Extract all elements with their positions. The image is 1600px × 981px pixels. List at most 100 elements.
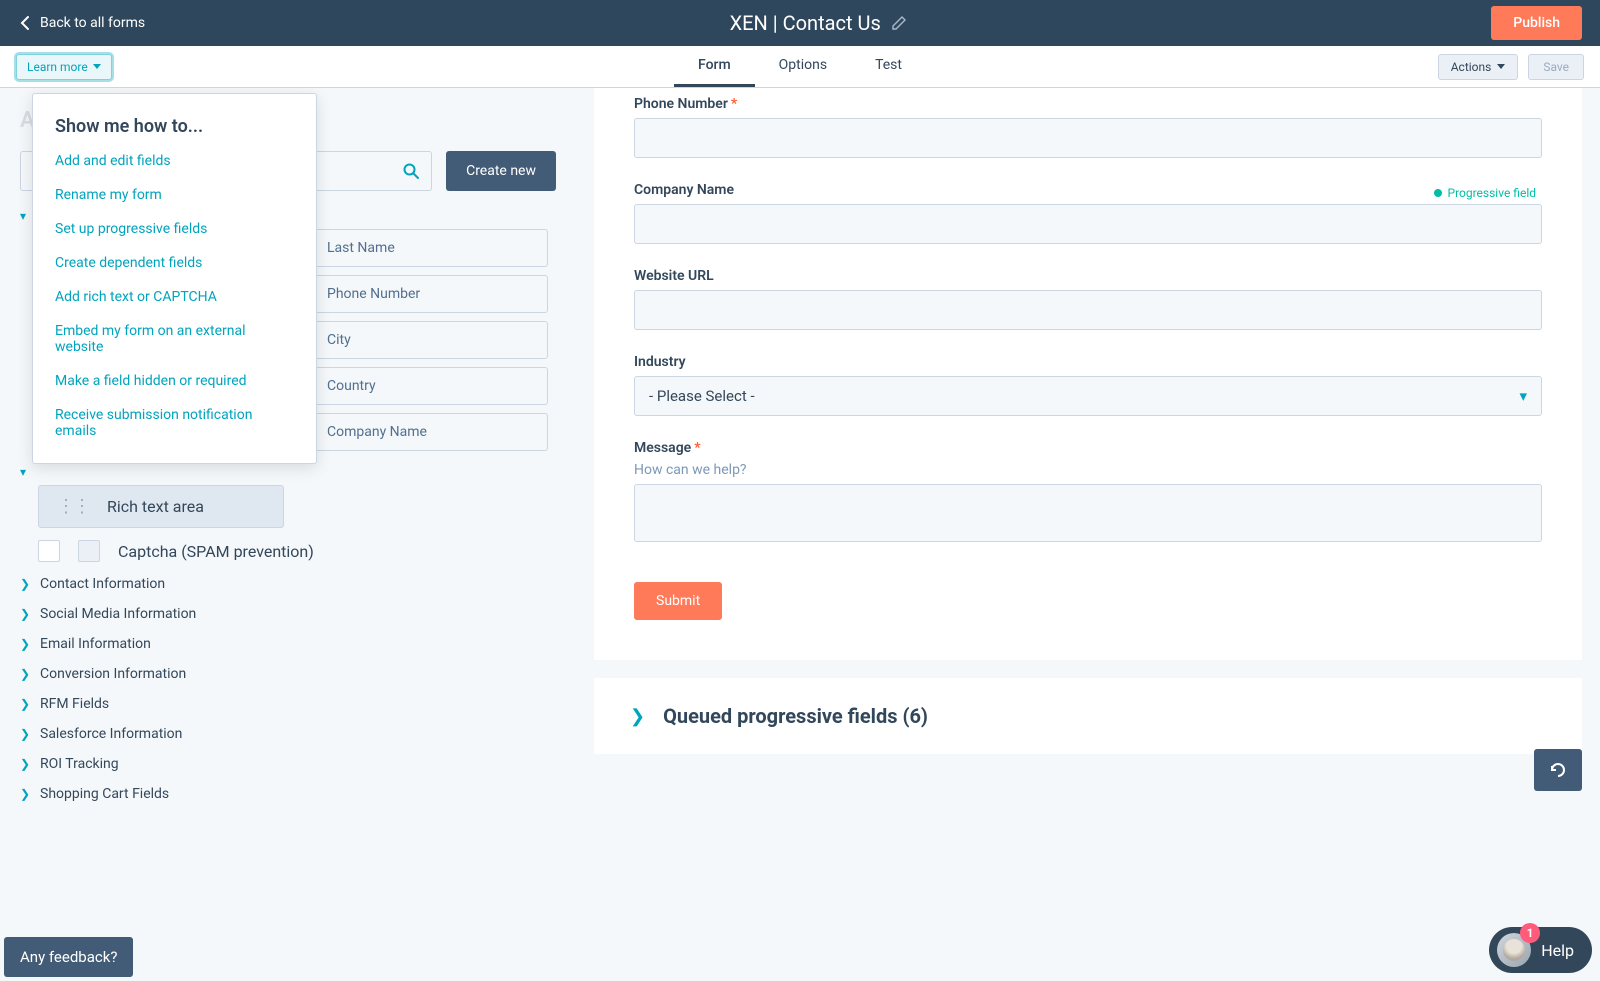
- property-group[interactable]: ❯Social Media Information: [20, 606, 556, 622]
- website-input[interactable]: [634, 290, 1542, 330]
- tab-form[interactable]: Form: [674, 46, 755, 87]
- search-icon: [402, 162, 420, 180]
- group-label: Social Media Information: [40, 606, 196, 622]
- learn-link[interactable]: Add rich text or CAPTCHA: [55, 289, 294, 305]
- badge-text: Progressive field: [1448, 186, 1537, 200]
- editor-toolbar: Learn more Form Options Test Actions Sav…: [0, 46, 1600, 88]
- field-option[interactable]: Phone Number: [312, 275, 548, 313]
- field-label: Company Name: [634, 182, 734, 198]
- property-group[interactable]: ❯Contact Information: [20, 576, 556, 592]
- property-group[interactable]: ❯Conversion Information: [20, 666, 556, 682]
- chevron-right-icon: ❯: [20, 787, 30, 801]
- chevron-down-icon: ▾: [20, 209, 26, 223]
- caret-down-icon: [1497, 64, 1505, 69]
- feedback-button[interactable]: Any feedback?: [4, 937, 133, 977]
- rich-text-label: Rich text area: [107, 497, 204, 516]
- tab-options[interactable]: Options: [755, 46, 851, 87]
- field-option[interactable]: Country: [312, 367, 548, 405]
- chevron-down-icon: ▾: [20, 465, 26, 479]
- chevron-right-icon: ❯: [20, 577, 30, 591]
- field-company: Company Name Progressive field: [634, 182, 1542, 244]
- create-new-button[interactable]: Create new: [446, 151, 556, 191]
- group-label: RFM Fields: [40, 696, 109, 712]
- toolbar-right: Actions Save: [1438, 54, 1584, 80]
- submit-button[interactable]: Submit: [634, 582, 722, 620]
- field-website: Website URL: [634, 268, 1542, 330]
- learn-more-dropdown: Show me how to... Add and edit fields Re…: [32, 93, 317, 464]
- pencil-icon[interactable]: [891, 15, 907, 31]
- field-option[interactable]: Last Name: [312, 229, 548, 267]
- phone-input[interactable]: [634, 118, 1542, 158]
- progressive-badge: Progressive field: [1434, 186, 1537, 200]
- help-widget[interactable]: Help 1: [1489, 927, 1592, 973]
- publish-button[interactable]: Publish: [1491, 6, 1582, 40]
- message-textarea[interactable]: [634, 484, 1542, 542]
- learn-link[interactable]: Create dependent fields: [55, 255, 294, 271]
- checkbox-icon[interactable]: [38, 540, 60, 562]
- help-label: Help: [1541, 941, 1574, 960]
- form-preview-pane: Phone Number* Company Name Progressive f…: [576, 88, 1600, 981]
- page-title: XEN | Contact Us: [730, 11, 881, 35]
- field-label: Phone Number*: [634, 96, 1542, 112]
- property-group[interactable]: ❯Email Information: [20, 636, 556, 652]
- tab-test[interactable]: Test: [851, 46, 926, 87]
- label-text: Website URL: [634, 268, 714, 284]
- required-asterisk: *: [694, 440, 700, 456]
- property-group[interactable]: ❯ RFM Fields: [20, 696, 556, 712]
- learn-link-list: Add and edit fields Rename my form Set u…: [55, 153, 294, 439]
- app-header: Back to all forms XEN | Contact Us Publi…: [0, 0, 1600, 46]
- learn-more-button[interactable]: Learn more: [16, 54, 112, 80]
- field-phone: Phone Number*: [634, 96, 1542, 158]
- learn-dropdown-heading: Show me how to...: [55, 116, 294, 137]
- learn-link[interactable]: Add and edit fields: [55, 153, 294, 169]
- field-label: Message*: [634, 440, 1542, 456]
- field-option[interactable]: Company Name: [312, 413, 548, 451]
- property-group[interactable]: ❯ Shopping Cart Fields: [20, 786, 556, 802]
- field-label: Website URL: [634, 268, 1542, 284]
- field-option[interactable]: City: [312, 321, 548, 359]
- property-group[interactable]: ❯Salesforce Information: [20, 726, 556, 742]
- learn-more-label: Learn more: [27, 60, 88, 74]
- field-message: Message* How can we help?: [634, 440, 1542, 542]
- actions-button[interactable]: Actions: [1438, 54, 1519, 80]
- field-industry: Industry - Please Select - ▾: [634, 354, 1542, 416]
- toggle-icon[interactable]: [78, 540, 100, 562]
- label-text: Company Name: [634, 182, 734, 198]
- learn-link[interactable]: Make a field hidden or required: [55, 373, 294, 389]
- back-link-label: Back to all forms: [40, 15, 145, 31]
- property-groups: ❯Contact Information ❯Social Media Infor…: [20, 576, 556, 802]
- label-text: Industry: [634, 354, 686, 370]
- save-button: Save: [1528, 54, 1584, 80]
- other-elements-toggle[interactable]: ▾: [20, 465, 556, 479]
- undo-icon: [1547, 759, 1569, 781]
- company-input[interactable]: [634, 204, 1542, 244]
- label-text: Phone Number: [634, 96, 728, 112]
- queued-progressive-card[interactable]: ❯ Queued progressive fields (6): [594, 678, 1582, 754]
- required-asterisk: *: [731, 96, 737, 112]
- group-label: ROI Tracking: [40, 756, 119, 772]
- dot-icon: [1434, 189, 1442, 197]
- industry-select[interactable]: - Please Select - ▾: [634, 376, 1542, 416]
- back-link[interactable]: Back to all forms: [18, 15, 145, 31]
- chevron-left-icon: [18, 15, 34, 31]
- field-label: Industry: [634, 354, 1542, 370]
- learn-link[interactable]: Rename my form: [55, 187, 294, 203]
- chevron-right-icon: ❯: [20, 667, 30, 681]
- group-label: Shopping Cart Fields: [40, 786, 169, 802]
- label-text: Message: [634, 440, 691, 456]
- help-text: How can we help?: [634, 462, 1542, 478]
- queued-title: Queued progressive fields (6): [663, 704, 928, 728]
- learn-link[interactable]: Set up progressive fields: [55, 221, 294, 237]
- chevron-right-icon: ❯: [20, 697, 30, 711]
- select-value: - Please Select -: [649, 387, 755, 405]
- captcha-row[interactable]: Captcha (SPAM prevention): [38, 540, 556, 562]
- chevron-right-icon: ❯: [630, 706, 645, 727]
- editor-tabs: Form Options Test: [674, 46, 926, 87]
- learn-link[interactable]: Receive submission notification emails: [55, 407, 294, 439]
- undo-button[interactable]: [1534, 749, 1582, 791]
- drag-handle-icon: ⋮⋮: [57, 496, 89, 517]
- rich-text-block[interactable]: ⋮⋮ Rich text area: [38, 485, 284, 528]
- main-layout: Add form field Create new ▾ Last Name Ph…: [0, 88, 1600, 981]
- property-group[interactable]: ❯ROI Tracking: [20, 756, 556, 772]
- learn-link[interactable]: Embed my form on an external website: [55, 323, 294, 355]
